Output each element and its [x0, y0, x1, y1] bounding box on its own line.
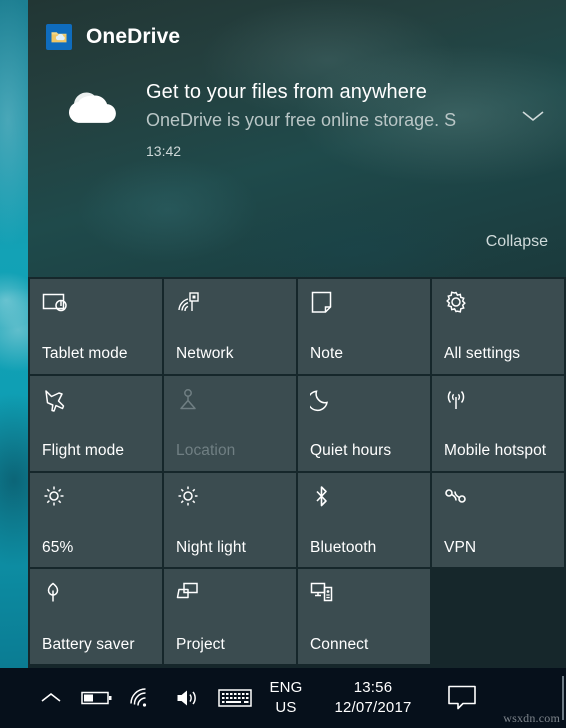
note-icon — [310, 291, 420, 321]
quick-action-mobile-hotspot[interactable]: Mobile hotspot — [432, 375, 564, 471]
quick-action-night-light[interactable]: Night light — [164, 472, 296, 568]
watermark: wsxdn.com — [503, 711, 560, 725]
quick-action-label: Connect — [310, 635, 369, 653]
notification-text: Get to your files from anywhere OneDrive… — [146, 78, 510, 159]
leaf-icon — [42, 581, 152, 611]
quick-action-flight-mode[interactable]: Flight mode — [30, 375, 162, 471]
gear-icon — [444, 291, 554, 321]
quick-action-brightness[interactable]: 65% — [30, 472, 162, 568]
quick-action-note[interactable]: Note — [298, 279, 430, 374]
language-line2: US — [275, 699, 297, 716]
quick-action-label: VPN — [444, 538, 477, 556]
onedrive-cloud-icon — [46, 78, 146, 159]
volume-icon[interactable] — [166, 668, 212, 728]
moon-icon — [310, 388, 420, 418]
chevron-down-icon[interactable] — [510, 78, 556, 159]
quick-action-label: Project — [176, 635, 225, 653]
show-desktop-button[interactable] — [562, 676, 564, 720]
quick-action-quiet-hours[interactable]: Quiet hours — [298, 375, 430, 471]
quick-action-bluetooth[interactable]: Bluetooth — [298, 472, 430, 568]
quick-actions-grid: Tablet mode Network Note All settings Fl… — [28, 277, 566, 668]
quick-action-connect[interactable]: Connect — [298, 569, 430, 664]
quick-action-label: Bluetooth — [310, 538, 377, 556]
language-indicator[interactable]: ENG US — [258, 668, 314, 728]
quick-action-label: Night light — [176, 538, 247, 556]
taskbar: ENG US 13:56 12/07/2017 wsxdn.com — [0, 668, 566, 728]
quick-action-label: Tablet mode — [42, 345, 128, 363]
quick-action-network[interactable]: Network — [164, 279, 296, 374]
tablet-mode-icon — [42, 291, 152, 321]
quick-action-location[interactable]: Location — [164, 375, 296, 471]
language-line1: ENG — [269, 678, 303, 696]
collapse-button[interactable]: Collapse — [486, 233, 548, 251]
clock[interactable]: 13:56 12/07/2017 — [314, 668, 432, 728]
quick-action-label: Network — [176, 345, 234, 363]
quick-action-label: Location — [176, 442, 236, 460]
notification-timestamp: 13:42 — [146, 143, 182, 160]
quick-action-label: 65% — [42, 538, 74, 556]
taskbar-left-spacer — [0, 668, 28, 728]
show-hidden-icons-chevron-icon[interactable] — [28, 668, 74, 728]
vpn-icon — [444, 485, 554, 515]
quick-action-all-settings[interactable]: All settings — [432, 279, 564, 374]
wifi-icon[interactable] — [120, 668, 166, 728]
touch-keyboard-icon[interactable] — [212, 668, 258, 728]
quick-action-label: Quiet hours — [310, 442, 392, 460]
quick-actions-grid-wrap: Tablet mode Network Note All settings Fl… — [28, 277, 566, 668]
quick-action-label: All settings — [444, 345, 521, 363]
quick-action-label: Flight mode — [42, 442, 125, 460]
quick-action-battery-saver[interactable]: Battery saver — [30, 569, 162, 664]
notification-app-name: OneDrive — [86, 25, 181, 48]
notification-app-header: OneDrive — [46, 24, 180, 50]
quick-action-label: Note — [310, 345, 344, 363]
project-screen-icon — [176, 581, 286, 611]
night-light-icon — [176, 485, 286, 515]
screen: OneDrive Get to your files from anywhere… — [0, 0, 566, 728]
quick-action-empty-slot — [432, 569, 564, 664]
quick-action-tablet-mode[interactable]: Tablet mode — [30, 279, 162, 374]
notification-body-text: OneDrive is your free online storage. S — [146, 110, 457, 130]
quick-action-vpn[interactable]: VPN — [432, 472, 564, 568]
notification-title: Get to your files from anywhere — [146, 81, 427, 103]
action-center-icon[interactable] — [432, 668, 492, 728]
quick-action-label: Mobile hotspot — [444, 442, 547, 460]
connect-device-icon — [310, 581, 420, 611]
hotspot-icon — [444, 388, 554, 418]
quick-action-label: Battery saver — [42, 635, 135, 653]
airplane-icon — [42, 388, 152, 418]
clock-time: 13:56 — [353, 678, 393, 696]
network-wifi-icon — [176, 291, 286, 321]
notification-item[interactable]: Get to your files from anywhere OneDrive… — [46, 78, 556, 159]
system-tray — [28, 668, 258, 728]
action-center-panel: OneDrive Get to your files from anywhere… — [28, 0, 566, 668]
bluetooth-icon — [310, 485, 420, 515]
quick-action-project[interactable]: Project — [164, 569, 296, 664]
onedrive-folder-icon — [46, 24, 72, 50]
location-pin-icon — [176, 388, 286, 418]
brightness-icon — [42, 485, 152, 515]
clock-date: 12/07/2017 — [334, 699, 412, 716]
battery-icon[interactable] — [74, 668, 120, 728]
